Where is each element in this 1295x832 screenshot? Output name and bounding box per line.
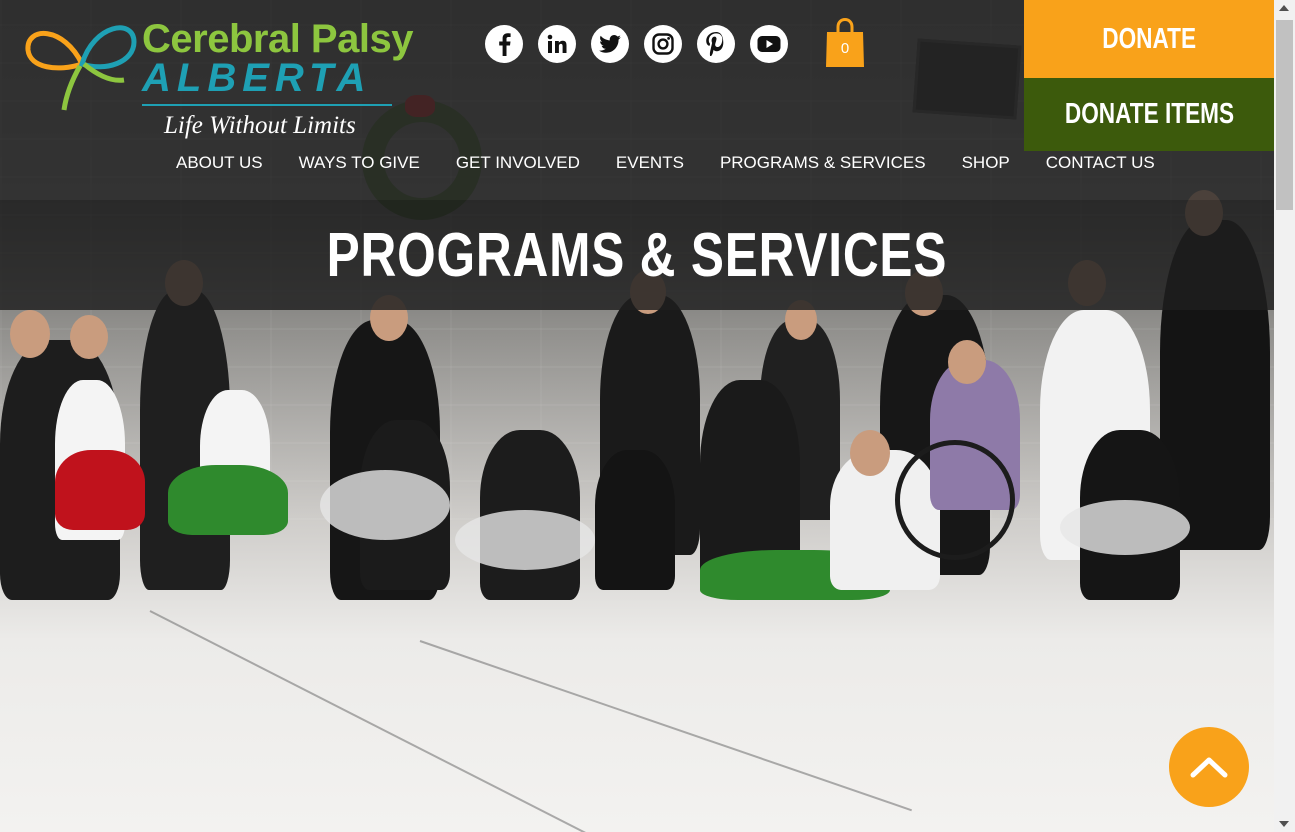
- youtube-icon: [757, 36, 781, 52]
- facebook-link[interactable]: [485, 25, 523, 63]
- scroll-down-arrow-icon[interactable]: [1279, 821, 1289, 827]
- youtube-link[interactable]: [750, 25, 788, 63]
- green-skirt: [168, 465, 288, 535]
- facebook-icon: [499, 33, 511, 56]
- butterfly-icon: [25, 25, 137, 111]
- person: [595, 450, 675, 590]
- head: [850, 430, 890, 476]
- donate-button-label: DONATE: [1102, 22, 1196, 55]
- vertical-scrollbar[interactable]: [1274, 0, 1295, 832]
- tutu: [455, 510, 595, 570]
- instagram-icon: [652, 33, 674, 55]
- donate-items-button-label: DONATE ITEMS: [1064, 98, 1234, 130]
- nav-item-shop[interactable]: SHOP: [962, 151, 1010, 175]
- logo-tagline: Life Without Limits: [164, 112, 356, 139]
- twitter-link[interactable]: [591, 25, 629, 63]
- site-logo[interactable]: Cerebral Palsy ALBERTA Life Without Limi…: [24, 16, 424, 144]
- scroll-up-arrow-icon[interactable]: [1279, 5, 1289, 11]
- floor-line: [149, 610, 650, 832]
- pinterest-link[interactable]: [697, 25, 735, 63]
- tutu: [320, 470, 450, 540]
- nav-item-contact-us[interactable]: CONTACT US: [1046, 151, 1155, 175]
- head: [10, 310, 50, 358]
- red-skirt: [55, 450, 145, 530]
- pinterest-icon: [706, 32, 724, 56]
- linkedin-icon: [547, 34, 567, 53]
- group-of-dancers: [0, 190, 1274, 630]
- linkedin-link[interactable]: [538, 25, 576, 63]
- instagram-link[interactable]: [644, 25, 682, 63]
- twitter-icon: [599, 35, 621, 53]
- wheelchair: [895, 440, 1015, 560]
- head: [948, 340, 986, 384]
- logo-name-line2: ALBERTA: [142, 56, 372, 100]
- page-title-band: PROGRAMS & SERVICES: [0, 200, 1274, 310]
- nav-item-get-involved[interactable]: GET INVOLVED: [456, 151, 580, 175]
- shopping-cart-button[interactable]: 0: [825, 17, 865, 68]
- page-viewport: Cerebral Palsy ALBERTA Life Without Limi…: [0, 0, 1274, 832]
- logo-divider: [142, 104, 392, 106]
- donate-button[interactable]: DONATE: [1024, 0, 1274, 78]
- scroll-to-top-button[interactable]: [1169, 727, 1249, 807]
- scrollbar-thumb[interactable]: [1276, 20, 1293, 210]
- page-title: PROGRAMS & SERVICES: [326, 220, 948, 290]
- main-navigation: ABOUT US WAYS TO GIVE GET INVOLVED EVENT…: [176, 151, 1155, 175]
- social-links: [485, 25, 788, 63]
- nav-item-events[interactable]: EVENTS: [616, 151, 684, 175]
- nav-item-ways-to-give[interactable]: WAYS TO GIVE: [299, 151, 420, 175]
- cart-count: 0: [840, 40, 850, 57]
- head: [70, 315, 108, 359]
- donate-items-button[interactable]: DONATE ITEMS: [1024, 78, 1274, 151]
- nav-item-about-us[interactable]: ABOUT US: [176, 151, 263, 175]
- chevron-up-icon: [1190, 757, 1228, 778]
- nav-item-programs-services[interactable]: PROGRAMS & SERVICES: [720, 151, 926, 175]
- tutu: [1060, 500, 1190, 555]
